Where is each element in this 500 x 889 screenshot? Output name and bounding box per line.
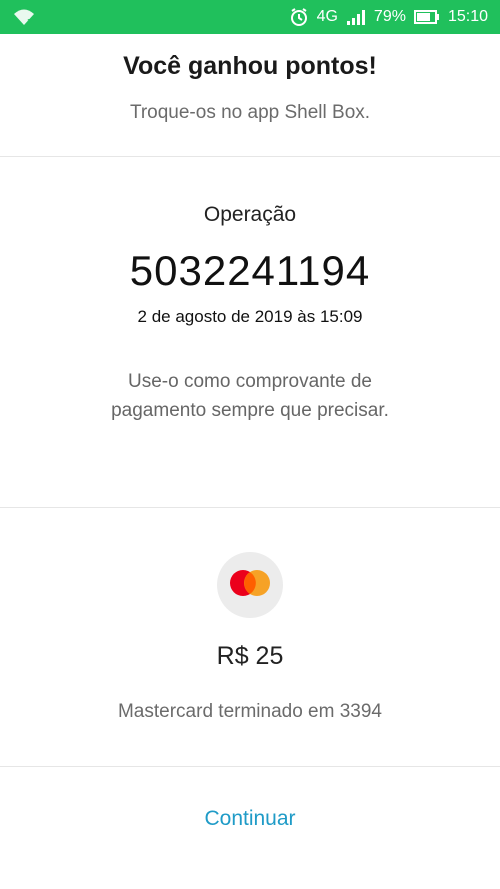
battery-percent: 79%: [373, 8, 406, 25]
operation-note-line1: Use-o como comprovante de: [128, 371, 372, 392]
payment-amount: R$ 25: [216, 642, 284, 670]
operation-note: Use-o como comprovante de pagamento semp…: [0, 367, 500, 425]
card-badge: [217, 552, 283, 618]
clock: 15:10: [447, 8, 488, 25]
alarm-icon: [289, 7, 309, 27]
wifi-question-icon: ?: [12, 7, 36, 27]
points-header: Você ganhou pontos! Troque-os no app She…: [0, 34, 500, 156]
payment-section: R$ 25 Mastercard terminado em 3394: [0, 508, 500, 766]
continue-button[interactable]: Continuar: [204, 807, 295, 831]
operation-number: 5032241194: [129, 247, 371, 294]
status-bar: ? 4G 79% 15:10: [0, 0, 500, 34]
svg-text:?: ?: [27, 18, 32, 27]
operation-section: Operação 5032241194 2 de agosto de 2019 …: [0, 157, 500, 507]
operation-label: Operação: [203, 203, 297, 226]
mastercard-icon: [228, 569, 272, 602]
card-description: Mastercard terminado em 3394: [117, 701, 382, 722]
signal-icon: [346, 9, 366, 25]
page-title: Você ganhou pontos!: [123, 52, 377, 80]
page-subtitle: Troque-os no app Shell Box.: [129, 102, 371, 123]
operation-date: 2 de agosto de 2019 às 15:09: [137, 307, 363, 326]
network-type: 4G: [316, 8, 338, 25]
actions: Continuar: [0, 767, 500, 831]
battery-icon: [413, 10, 440, 24]
operation-note-line2: pagamento sempre que precisar.: [111, 400, 389, 421]
